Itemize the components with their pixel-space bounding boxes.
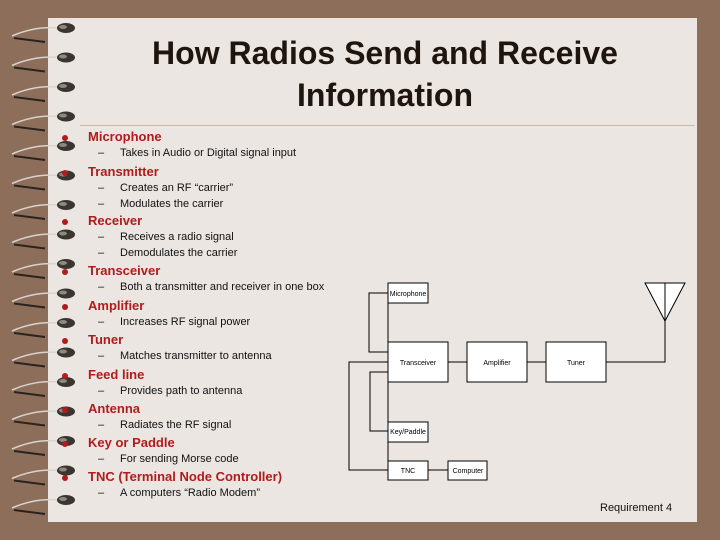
bullet-subitem: Creates an RF “carrier” xyxy=(120,182,234,194)
bullet-dot xyxy=(62,373,68,379)
bullet-dot xyxy=(62,219,68,225)
bullet-subitem: Demodulates the carrier xyxy=(120,247,238,259)
dash-marker: – xyxy=(98,419,105,431)
dash-marker: – xyxy=(98,247,105,259)
bullet-subitem: For sending Morse code xyxy=(120,453,239,465)
bullet-heading: Receiver xyxy=(88,213,143,228)
spiral-ring xyxy=(11,82,75,102)
bullet-dot xyxy=(62,407,68,413)
spiral-ring xyxy=(11,377,75,397)
dash-marker: – xyxy=(98,231,105,243)
bullet-subitem: Modulates the carrier xyxy=(120,198,224,210)
dash-marker: – xyxy=(98,316,105,328)
spiral-ring xyxy=(11,347,75,368)
bullet-heading: Amplifier xyxy=(88,298,145,313)
dash-marker: – xyxy=(98,350,105,362)
spiral-ring xyxy=(11,200,75,220)
spiral-ring xyxy=(11,111,75,132)
spiral-ring xyxy=(11,141,75,161)
bullet-heading: Microphone xyxy=(88,129,162,144)
bullet-dot xyxy=(62,269,68,275)
bullet-heading: Tuner xyxy=(88,332,124,347)
dash-marker: – xyxy=(98,147,105,159)
bullet-dot xyxy=(62,170,68,176)
bullet-subitem: A computers “Radio Modem” xyxy=(120,487,260,499)
bullet-dot xyxy=(62,135,68,141)
title-line-2: Information xyxy=(297,77,473,113)
dash-marker: – xyxy=(98,281,105,293)
spiral-ring xyxy=(11,23,75,43)
bullet-dot xyxy=(62,475,68,481)
bullet-dot xyxy=(62,304,68,310)
bullet-heading: Transmitter xyxy=(88,164,159,179)
spiral-ring xyxy=(11,495,75,515)
spiral-ring xyxy=(11,52,75,73)
bullet-subitem: Both a transmitter and receiver in one b… xyxy=(120,281,325,293)
dash-marker: – xyxy=(98,487,105,499)
spiral-binding xyxy=(11,23,75,515)
bullet-heading: Feed line xyxy=(88,367,145,382)
bullet-subitem: Increases RF signal power xyxy=(120,316,251,328)
dash-marker: – xyxy=(98,182,105,194)
dash-marker: – xyxy=(98,453,105,465)
bullet-subitem: Matches transmitter to antenna xyxy=(120,350,272,362)
title-line-1: How Radios Send and Receive xyxy=(152,35,618,71)
dash-marker: – xyxy=(98,198,105,210)
slide-title: How Radios Send and Receive Information xyxy=(100,32,670,116)
bullet-dot xyxy=(62,338,68,344)
bullet-subitem: Receives a radio signal xyxy=(120,231,234,243)
bullet-subitem: Provides path to antenna xyxy=(120,385,243,397)
bullet-heading: Antenna xyxy=(88,401,140,416)
spiral-ring xyxy=(11,229,75,250)
bullet-subitem: Radiates the RF signal xyxy=(120,419,232,431)
dash-marker: – xyxy=(98,385,105,397)
bullet-heading: TNC (Terminal Node Controller) xyxy=(88,469,283,484)
bullet-heading: Key or Paddle xyxy=(88,435,175,450)
bullet-heading: Transceiver xyxy=(88,263,161,278)
spiral-ring xyxy=(11,318,75,338)
bullet-subitem: Takes in Audio or Digital signal input xyxy=(120,147,297,159)
requirement-footer: Requirement 4 xyxy=(600,502,673,514)
bullet-dot xyxy=(62,441,68,447)
title-divider xyxy=(80,125,695,126)
